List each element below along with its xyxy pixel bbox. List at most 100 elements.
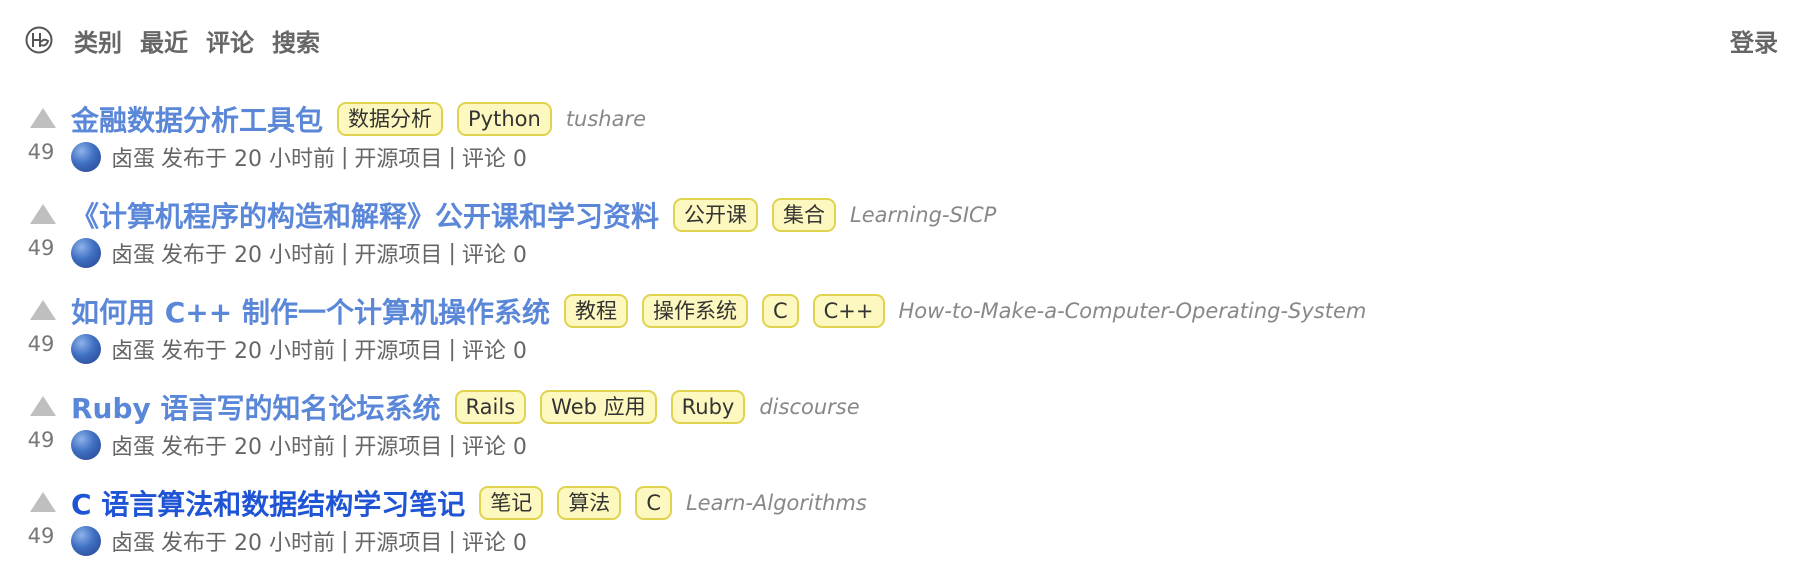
tag-badge[interactable]: 操作系统 [641, 294, 748, 328]
upvote-arrow-icon[interactable] [30, 492, 56, 512]
avatar[interactable] [71, 142, 101, 172]
post-time: 发布于 20 小时前 [161, 243, 335, 268]
meta-divider: | [341, 144, 349, 170]
meta-divider: | [341, 528, 349, 554]
post-title-link[interactable]: 如何用 C++ 制作一个计算机操作系统 [71, 291, 550, 331]
post-meta: 卤蛋 发布于 20 小时前 | 开源项目 | 评论 0 [71, 332, 527, 366]
meta-divider: | [341, 240, 349, 266]
tag-badge[interactable]: C [635, 486, 672, 520]
tag-list: 笔记 算法 C [479, 486, 672, 520]
vote-count: 49 [27, 236, 55, 260]
logo-icon[interactable] [24, 25, 54, 55]
post-meta: 卤蛋 发布于 20 小时前 | 开源项目 | 评论 0 [71, 524, 527, 558]
tag-list: 数据分析 Python [337, 102, 552, 136]
upvote-arrow-icon[interactable] [30, 300, 56, 320]
vote-box: 49 [26, 98, 62, 168]
post-time: 发布于 20 小时前 [161, 339, 335, 364]
post-item: 49 Ruby 语言写的知名论坛系统 Rails Web 应用 Ruby disco… [26, 386, 1786, 482]
nav-comments[interactable]: 评论 [206, 23, 254, 58]
category-link[interactable]: 开源项目 [354, 141, 442, 173]
comments-link[interactable]: 评论 0 [462, 429, 527, 461]
post-item: 49 金融数据分析工具包 数据分析 Python tushare 卤蛋 发布于 2… [26, 98, 1786, 194]
meta-divider: | [448, 432, 456, 458]
post-list: 49 金融数据分析工具包 数据分析 Python tushare 卤蛋 发布于 2… [26, 98, 1786, 578]
upvote-arrow-icon[interactable] [30, 204, 56, 224]
tag-list: 教程 操作系统 C C++ [563, 294, 885, 328]
title-row: Ruby 语言写的知名论坛系统 Rails Web 应用 Ruby discours… [71, 386, 860, 428]
post-time: 发布于 20 小时前 [161, 531, 335, 556]
post-item: 49 如何用 C++ 制作一个计算机操作系统 教程 操作系统 C C++ How-to… [26, 290, 1786, 386]
nav-recent[interactable]: 最近 [140, 23, 188, 58]
site-header: 类别 最近 评论 搜索 登录 [24, 20, 1778, 60]
author-name[interactable]: 卤蛋 [111, 333, 155, 365]
avatar[interactable] [71, 238, 101, 268]
repo-name: How-to-Make-a-Computer-Operating-System [898, 299, 1367, 323]
repo-name: Learning-SICP [850, 203, 997, 227]
tag-badge[interactable]: 公开课 [673, 198, 759, 232]
tag-badge[interactable]: 算法 [557, 486, 622, 520]
category-link[interactable]: 开源项目 [354, 237, 442, 269]
author-name[interactable]: 卤蛋 [111, 237, 155, 269]
tag-badge[interactable]: 数据分析 [337, 102, 444, 136]
author-name[interactable]: 卤蛋 [111, 141, 155, 173]
post-title-link[interactable]: 《计算机程序的构造和解释》公开课和学习资料 [71, 195, 659, 235]
post-time: 发布于 20 小时前 [161, 435, 335, 460]
title-row: 如何用 C++ 制作一个计算机操作系统 教程 操作系统 C C++ How-to-Ma… [71, 290, 1366, 332]
tag-badge[interactable]: 教程 [563, 294, 628, 328]
nav-categories[interactable]: 类别 [74, 23, 122, 58]
vote-box: 49 [26, 290, 62, 360]
vote-count: 49 [27, 332, 55, 356]
tag-badge[interactable]: 笔记 [479, 486, 544, 520]
title-row: C 语言算法和数据结构学习笔记 笔记 算法 C Learn-Algorithms [71, 482, 867, 524]
avatar[interactable] [71, 526, 101, 556]
post-title-link[interactable]: Ruby 语言写的知名论坛系统 [71, 387, 441, 427]
author-name[interactable]: 卤蛋 [111, 429, 155, 461]
meta-divider: | [341, 336, 349, 362]
upvote-arrow-icon[interactable] [30, 108, 56, 128]
tag-badge[interactable]: Rails [454, 390, 527, 424]
vote-count: 49 [27, 428, 55, 452]
vote-box: 49 [26, 482, 62, 552]
tag-badge[interactable]: Web 应用 [540, 390, 657, 424]
nav-search[interactable]: 搜索 [272, 23, 320, 58]
tag-badge[interactable]: Ruby [670, 390, 746, 424]
vote-box: 49 [26, 386, 62, 456]
author-name[interactable]: 卤蛋 [111, 525, 155, 557]
meta-divider: | [341, 432, 349, 458]
vote-count: 49 [27, 140, 55, 164]
category-link[interactable]: 开源项目 [354, 429, 442, 461]
main-nav: 类别 最近 评论 搜索 [74, 23, 320, 58]
meta-divider: | [448, 144, 456, 170]
comments-link[interactable]: 评论 0 [462, 525, 527, 557]
tag-badge[interactable]: 集合 [772, 198, 837, 232]
tag-badge[interactable]: C [761, 294, 799, 328]
title-row: 金融数据分析工具包 数据分析 Python tushare [71, 98, 646, 140]
avatar[interactable] [71, 334, 101, 364]
post-item: 49 C 语言算法和数据结构学习笔记 笔记 算法 C Learn-Algorithm… [26, 482, 1786, 578]
vote-count: 49 [27, 524, 55, 548]
post-time: 发布于 20 小时前 [161, 147, 335, 172]
vote-box: 49 [26, 194, 62, 264]
comments-link[interactable]: 评论 0 [462, 141, 527, 173]
post-title-link[interactable]: C 语言算法和数据结构学习笔记 [71, 483, 465, 523]
tag-badge[interactable]: C++ [812, 294, 885, 328]
repo-name: discourse [759, 395, 860, 419]
post-title-link[interactable]: 金融数据分析工具包 [71, 99, 323, 139]
post-meta: 卤蛋 发布于 20 小时前 | 开源项目 | 评论 0 [71, 140, 527, 174]
tag-badge[interactable]: Python [457, 102, 552, 136]
tag-list: Rails Web 应用 Ruby [454, 390, 746, 424]
comments-link[interactable]: 评论 0 [462, 237, 527, 269]
comments-link[interactable]: 评论 0 [462, 333, 527, 365]
login-link[interactable]: 登录 [1730, 23, 1778, 58]
category-link[interactable]: 开源项目 [354, 333, 442, 365]
post-meta: 卤蛋 发布于 20 小时前 | 开源项目 | 评论 0 [71, 428, 527, 462]
meta-divider: | [448, 240, 456, 266]
repo-name: Learn-Algorithms [685, 491, 867, 515]
tag-list: 公开课 集合 [673, 198, 837, 232]
category-link[interactable]: 开源项目 [354, 525, 442, 557]
post-item: 49 《计算机程序的构造和解释》公开课和学习资料 公开课 集合 Learning-… [26, 194, 1786, 290]
avatar[interactable] [71, 430, 101, 460]
repo-name: tushare [565, 107, 647, 131]
post-meta: 卤蛋 发布于 20 小时前 | 开源项目 | 评论 0 [71, 236, 527, 270]
upvote-arrow-icon[interactable] [30, 396, 56, 416]
